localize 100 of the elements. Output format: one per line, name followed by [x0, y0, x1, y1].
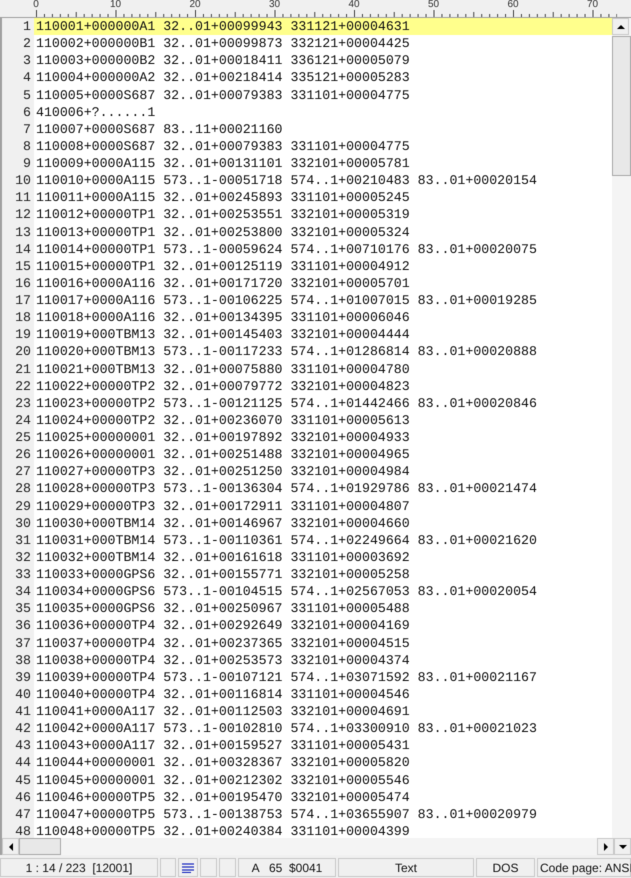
line-text: 110026+00000001 32..01+00251488 332101+00004965: [35, 446, 411, 464]
status-field: DOS: [476, 858, 535, 877]
status-panel: [160, 858, 176, 877]
line-text: 110028+00000TP3 573..1-00136304 574..1+01929786 83..01+00021474: [35, 480, 538, 498]
ruler-label: 30: [268, 0, 280, 10]
line-number: 25: [2, 429, 34, 446]
line-text: 110031+000TBM14 573..1-00110361 574..1+02249664 83..01+00021620: [35, 532, 538, 549]
line-text: 110012+00000TP1 32..01+00253551 332101+00005319: [35, 206, 411, 224]
right-arrow-icon: [604, 842, 608, 850]
line-number: 29: [2, 498, 34, 515]
line-number: 15: [2, 258, 34, 275]
line-text: 110042+0000A117 573..1-00102810 574..1+03300910 83..01+00021023: [35, 720, 538, 738]
line-number: 3: [2, 52, 34, 70]
line-text: 110045+00000001 32..01+00212302 332101+00005546: [35, 772, 411, 789]
word-wrap-icon[interactable]: [181, 862, 195, 872]
line-number: 39: [2, 668, 34, 686]
line-number: 37: [2, 634, 34, 652]
line-text: 110032+000TBM14 32..01+00161618 331101+00003692: [35, 548, 411, 566]
line-number: 30: [2, 514, 34, 532]
line-number: 47: [2, 806, 34, 823]
line-number: 44: [2, 754, 34, 772]
ruler-label: 50: [428, 0, 440, 10]
line-text: 110019+000TBM13 32..01+00145403 332101+00004444: [35, 326, 411, 344]
line-number: 20: [2, 343, 34, 360]
scroll-left-button[interactable]: [2, 838, 19, 855]
line-text: 110034+0000GPS6 573..1-00104515 574..1+02567053 83..01+00020054: [35, 583, 538, 600]
line-text: 110002+000000B1 32..01+00099873 332121+00004425: [35, 35, 411, 52]
line-text: 110007+0000S687 83..11+00021160: [35, 120, 284, 138]
line-text: 110011+0000A115 32..01+00245893 331101+00005245: [35, 189, 411, 206]
line-number: 32: [2, 548, 34, 566]
line-number: 2: [2, 35, 34, 52]
line-number: 16: [2, 274, 34, 292]
line-text: 110037+00000TP4 32..01+00237365 332101+00004515: [35, 634, 411, 652]
scroll-up-button[interactable]: [612, 18, 629, 35]
line-number: 34: [2, 583, 34, 600]
line-text: 110022+00000TP2 32..01+00079772 332101+00004823: [35, 378, 411, 395]
line-number: 42: [2, 720, 34, 738]
line-text: 110013+00000TP1 32..01+00253800 332101+00005324: [35, 224, 411, 241]
line-number: 14: [2, 240, 34, 258]
editor[interactable]: [0, 18, 612, 838]
line-number: 6: [2, 104, 34, 121]
line-number: 48: [2, 822, 34, 838]
ruler-label: 60: [507, 0, 519, 10]
line-number: 12: [2, 206, 34, 224]
line-text: 110023+00000TP2 573..1-00121125 574..1+01442466 83..01+00020846: [35, 394, 538, 412]
line-number: 33: [2, 566, 34, 584]
line-text: 110004+000000A2 32..01+00218414 335121+00005283: [35, 69, 411, 86]
line-text: 110040+00000TP4 32..01+00116814 331101+00004546: [35, 686, 411, 703]
line-text: 110041+0000A117 32..01+00112503 332101+00004691: [35, 703, 411, 720]
line-text: 110014+00000TP1 573..1-00059624 574..1+00710176 83..01+00020075: [35, 240, 538, 258]
ruler-label: 40: [348, 0, 360, 10]
line-number: 11: [2, 189, 34, 206]
line-text: 110008+0000S687 32..01+00079383 331101+00004775: [35, 138, 411, 155]
scroll-right-button[interactable]: [597, 838, 614, 855]
line-number: 24: [2, 412, 34, 429]
line-number: 17: [2, 292, 34, 310]
line-text: 110047+00000TP5 573..1-00138753 574..1+03655907 83..01+00020979: [35, 806, 538, 823]
line-number: 10: [2, 172, 34, 190]
line-number: 46: [2, 788, 34, 806]
line-text: 110024+00000TP2 32..01+00236070 331101+00005613: [35, 412, 411, 429]
line-number: 23: [2, 394, 34, 412]
down-arrow-icon: [618, 844, 626, 848]
line-text: 110027+00000TP3 32..01+00251250 332101+00004984: [35, 463, 411, 480]
line-number: 26: [2, 446, 34, 464]
line-text: 110005+0000S687 32..01+00079383 331101+00004775: [35, 86, 411, 104]
line-text: 110018+0000A116 32..01+00134395 331101+00006046: [35, 309, 411, 326]
line-text: 110044+00000001 32..01+00328367 332101+00005820: [35, 754, 411, 772]
line-number: 31: [2, 532, 34, 549]
line-number: 4: [2, 69, 34, 86]
line-text: 110025+00000001 32..01+00197892 332101+00004933: [35, 429, 411, 446]
ruler-label: 0: [33, 0, 39, 10]
line-text: 110038+00000TP4 32..01+00253573 332101+00004374: [35, 652, 411, 669]
status-panel: [200, 858, 217, 877]
line-number: 1: [2, 18, 34, 36]
scroll-down-button[interactable]: [614, 838, 631, 855]
vertical-scrollbar[interactable]: [612, 18, 631, 838]
line-text: 110003+000000B2 32..01+00018411 336121+00005079: [35, 52, 411, 70]
line-text: 110033+0000GPS6 32..01+00155771 332101+00005258: [35, 566, 411, 584]
line-number: 7: [2, 120, 34, 138]
line-text: 110009+0000A115 32..01+00131101 332101+00005781: [35, 155, 411, 172]
line-number: 45: [2, 772, 34, 789]
line-number: 5: [2, 86, 34, 104]
scroll-thumb[interactable]: [612, 36, 631, 176]
line-number: 21: [2, 360, 34, 378]
line-text: 110043+0000A117 32..01+00159527 331101+00005431: [35, 737, 411, 754]
scroll-thumb[interactable]: [19, 838, 61, 855]
line-text: 110039+00000TP4 573..1-00107121 574..1+03071592 83..01+00021167: [35, 668, 538, 686]
status-field: 1 : 14 / 223 [12001]: [0, 858, 158, 877]
line-text: 110030+000TBM14 32..01+00146967 332101+00004660: [35, 514, 411, 532]
line-number: 19: [2, 326, 34, 344]
line-number: 27: [2, 463, 34, 480]
line-text: 110015+00000TP1 32..01+00125119 331101+00004912: [35, 258, 411, 275]
up-arrow-icon: [616, 24, 624, 28]
line-number: 18: [2, 309, 34, 326]
line-text: 410006+?......1: [35, 104, 156, 121]
ruler-label: 10: [110, 0, 122, 10]
status-panel: [219, 858, 236, 877]
status-field: A 65 $0041: [238, 858, 336, 877]
line-number: 8: [2, 138, 34, 155]
line-number: 41: [2, 703, 34, 720]
